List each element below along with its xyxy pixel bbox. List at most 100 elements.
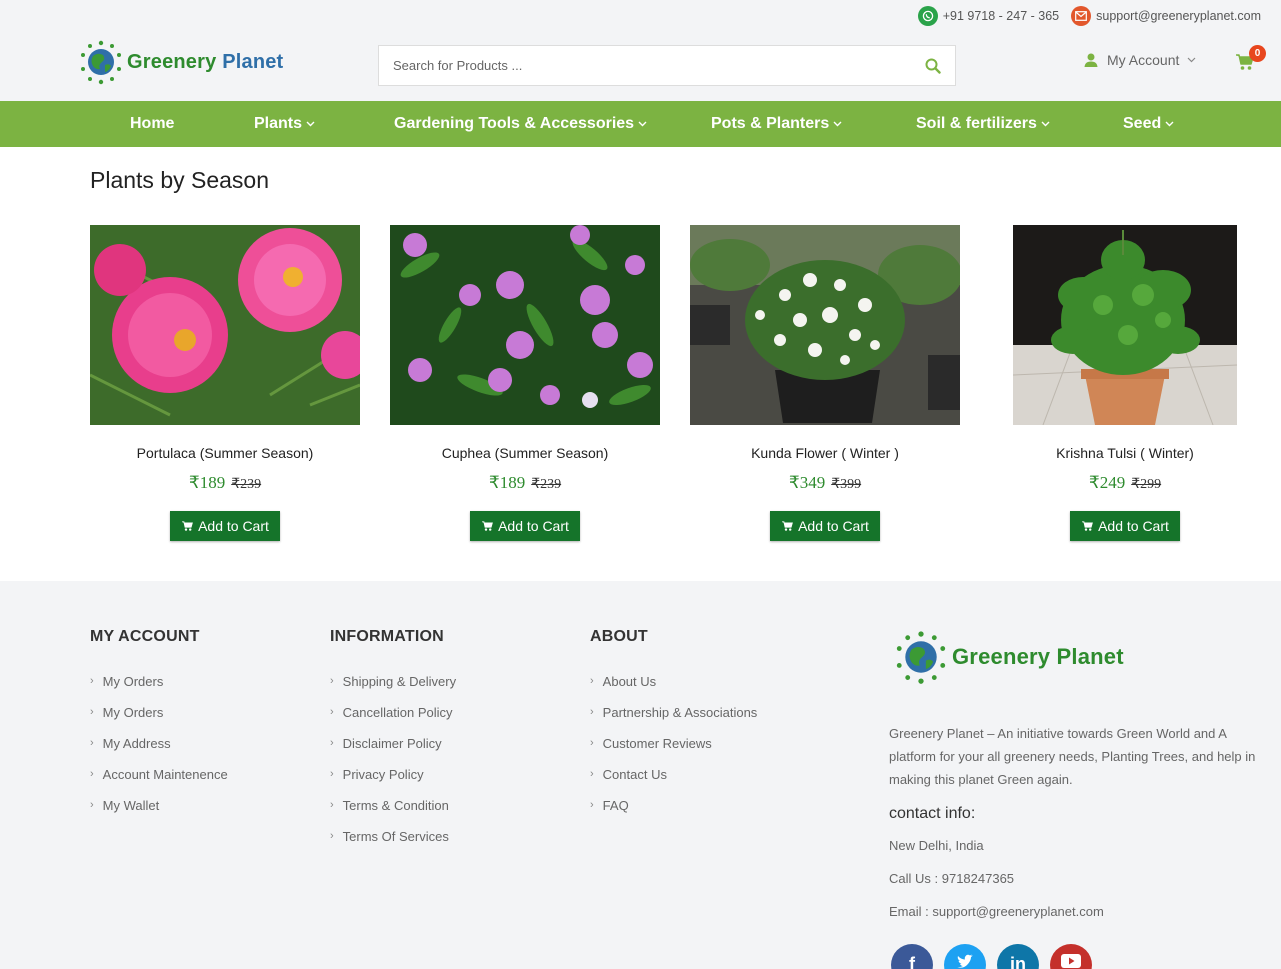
brand-name-part1: Greenery (127, 50, 217, 73)
contact-email[interactable]: Email : support@greeneryplanet.com (889, 904, 1104, 919)
nav-item-soil-fertilizers[interactable]: Soil & fertilizers (916, 101, 1050, 147)
add-to-cart-button[interactable]: Add to Cart (170, 511, 280, 541)
footer-link[interactable]: › About Us (590, 674, 757, 705)
chevron-down-icon (833, 121, 842, 127)
footer-logo[interactable]: Greenery Planet (893, 628, 1124, 686)
product-image-kunda-flower[interactable] (690, 225, 962, 425)
footer-link-label: My Address (102, 736, 171, 751)
contact-phone[interactable]: Call Us : 9718247365 (889, 871, 1014, 886)
footer-link-label: Customer Reviews (602, 736, 712, 751)
cart-icon (482, 521, 493, 531)
chevron-down-icon (1187, 57, 1196, 63)
footer-my-account: MY ACCOUNT › My Orders › My Orders › My Add… (90, 628, 228, 829)
chevron-right-icon: › (330, 675, 334, 687)
globe-logo-icon (896, 631, 946, 684)
footer-link[interactable]: › FAQ (590, 798, 757, 829)
phone-number: +91 9718 - 247 - 365 (942, 9, 1060, 23)
chevron-right-icon: › (90, 768, 94, 780)
product-name[interactable]: Kunda Flower ( Winter ) (690, 445, 960, 461)
footer-link[interactable]: › Terms Of Services (330, 829, 456, 860)
my-account-menu[interactable]: My Account (1083, 52, 1196, 68)
add-to-cart-button[interactable]: Add to Cart (470, 511, 580, 541)
footer-link-label: My Orders (102, 705, 164, 720)
nav-item-plants[interactable]: Plants (254, 101, 315, 147)
chevron-right-icon: › (330, 768, 334, 780)
footer-link-label: Contact Us (602, 767, 667, 782)
add-to-cart-button[interactable]: Add to Cart (770, 511, 880, 541)
twitter-icon[interactable] (944, 944, 986, 969)
footer-link-label: My Orders (102, 674, 164, 689)
chevron-right-icon: › (590, 737, 594, 749)
whatsapp-icon (917, 6, 938, 26)
nav-item-gardening-tools[interactable]: Gardening Tools & Accessories (394, 101, 647, 147)
footer-heading: ABOUT (590, 628, 648, 645)
section-title: Plants by Season (90, 167, 270, 193)
topbar: +91 9718 - 247 - 365 support@greenerypla… (917, 6, 1261, 26)
chevron-right-icon: › (330, 830, 334, 842)
product-price: ₹189 ₹239 (390, 473, 660, 493)
chevron-down-icon (306, 121, 315, 127)
product-card: Portulaca (Summer Season) ₹189 ₹239 Add t… (89, 225, 369, 541)
chevron-right-icon: › (90, 737, 94, 749)
product-name[interactable]: Portulaca (Summer Season) (90, 445, 360, 461)
nav-item-home[interactable]: Home (130, 101, 174, 147)
cart-icon (782, 521, 793, 531)
footer-link[interactable]: › Partnership & Associations (590, 705, 757, 736)
nav-item-pots-planters[interactable]: Pots & Planters (711, 101, 842, 147)
footer-link-label: Disclaimer Policy (342, 736, 442, 751)
search-bar (378, 45, 956, 86)
footer-link[interactable]: › Shipping & Delivery (330, 674, 456, 705)
product-name[interactable]: Cuphea (Summer Season) (390, 445, 660, 461)
current-price: ₹189 (188, 473, 226, 492)
cart-count-badge: 0 (1249, 45, 1266, 62)
original-price: ₹399 (831, 477, 862, 492)
product-card: Kunda Flower ( Winter ) ₹349 ₹399 Add to … (690, 225, 962, 541)
chevron-right-icon: › (90, 799, 94, 811)
footer-link[interactable]: › My Wallet (90, 798, 228, 829)
search-input[interactable] (393, 58, 925, 73)
footer-link[interactable]: › Customer Reviews (590, 736, 757, 767)
product-card: Krishna Tulsi ( Winter) ₹249 ₹299 Add to … (1012, 225, 1238, 541)
footer-link[interactable]: › Disclaimer Policy (330, 736, 456, 767)
add-to-cart-button[interactable]: Add to Cart (1070, 511, 1180, 541)
cart-icon (182, 521, 193, 531)
nav-item-seed[interactable]: Seed (1123, 101, 1174, 147)
user-icon (1084, 53, 1098, 67)
chevron-right-icon: › (330, 737, 334, 749)
footer-link-label: About Us (602, 674, 657, 689)
footer-link-label: Terms & Condition (342, 798, 449, 813)
product-image-krishna-tulsi[interactable] (1012, 225, 1238, 426)
brand-name-part2: Planet (222, 50, 284, 73)
original-price: ₹239 (231, 477, 262, 492)
product-image-cuphea[interactable] (390, 225, 660, 425)
linkedin-icon[interactable]: in (997, 944, 1039, 969)
chevron-right-icon: › (590, 799, 594, 811)
chevron-right-icon: › (90, 706, 94, 718)
footer-link[interactable]: › My Address (90, 736, 228, 767)
footer-link-label: Cancellation Policy (342, 705, 453, 720)
footer-link-label: FAQ (602, 798, 629, 813)
search-icon[interactable] (925, 58, 941, 74)
facebook-icon[interactable]: f (891, 944, 933, 969)
phone-contact[interactable]: +91 9718 - 247 - 365 (917, 6, 1060, 26)
chevron-right-icon: › (330, 799, 334, 811)
footer-link[interactable]: › Terms & Condition (330, 798, 456, 829)
footer-link[interactable]: › Cancellation Policy (330, 705, 456, 736)
brand-name: Greenery Planet (127, 51, 283, 74)
chevron-right-icon: › (590, 706, 594, 718)
product-price: ₹189 ₹239 (90, 473, 360, 493)
footer-link[interactable]: › Contact Us (590, 767, 757, 798)
site-logo[interactable]: Greenery Planet (78, 38, 283, 86)
product-name[interactable]: Krishna Tulsi ( Winter) (1013, 445, 1237, 461)
email-contact[interactable]: support@greeneryplanet.com (1071, 6, 1261, 26)
product-image-portulaca[interactable] (89, 225, 369, 425)
footer-heading: INFORMATION (330, 628, 444, 645)
contact-heading: contact info: (889, 805, 976, 822)
brand-name: Greenery Planet (952, 644, 1124, 670)
footer-link[interactable]: › Account Maintenence (90, 767, 228, 798)
youtube-icon[interactable] (1050, 944, 1092, 969)
footer-link[interactable]: › Privacy Policy (330, 767, 456, 798)
footer-link[interactable]: › My Orders (90, 674, 228, 705)
footer-link[interactable]: › My Orders (90, 705, 228, 736)
product-card: Cuphea (Summer Season) ₹189 ₹239 Add to C… (390, 225, 660, 541)
